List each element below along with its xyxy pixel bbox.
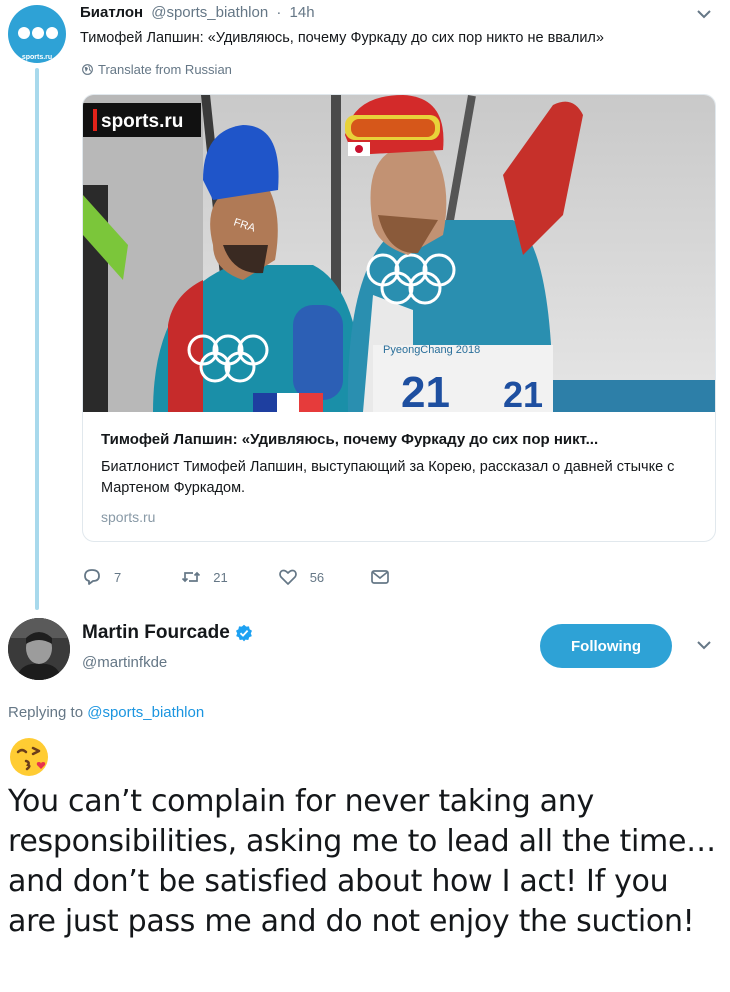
retweet-count: 21 xyxy=(213,569,228,585)
author-name[interactable]: Martin Fourcade xyxy=(82,622,230,644)
reply-tweet-text: You can’t complain for never taking any … xyxy=(8,784,716,939)
bib-number-side: 21 xyxy=(503,374,543,412)
retweet-button[interactable]: 21 xyxy=(181,567,228,587)
bib-text: PyeongChang 2018 xyxy=(383,344,480,356)
following-button[interactable]: Following xyxy=(540,624,672,668)
verified-badge-icon xyxy=(235,624,252,642)
avatar-label: sports.ru xyxy=(21,54,53,61)
reply-count: 7 xyxy=(114,569,122,585)
avatar-dot xyxy=(18,27,30,39)
translate-link[interactable]: Translate from Russian xyxy=(82,62,232,77)
retweet-icon xyxy=(182,571,201,583)
card-description: Биатлонист Тимофей Лапшин, выступающий з… xyxy=(101,459,675,496)
thread-line xyxy=(35,68,39,610)
like-button[interactable]: 56 xyxy=(278,567,324,587)
globe-icon xyxy=(82,64,93,75)
face-blowing-kiss-icon xyxy=(10,738,48,776)
translate-label: Translate from Russian xyxy=(98,62,232,77)
heart-icon xyxy=(278,569,297,585)
chevron-down-icon[interactable] xyxy=(693,6,715,24)
chevron-down-icon[interactable] xyxy=(693,637,715,655)
author-handle[interactable]: @martinfkde xyxy=(82,654,167,671)
tweet-actions: 7 21 56 xyxy=(82,567,442,587)
avatar-sports-biathlon[interactable]: sports.ru xyxy=(8,5,66,63)
card-photo: FRA PyeongChang 2018 21 21 sports.ru xyxy=(83,95,715,412)
replying-prefix: Replying to xyxy=(8,704,84,721)
direct-message-button[interactable] xyxy=(370,567,402,587)
reply-icon xyxy=(84,569,100,585)
bib-number: 21 xyxy=(401,368,450,412)
tweet-header: Биатлон @sports_biathlon · 14h xyxy=(80,4,315,21)
like-count: 56 xyxy=(309,569,325,585)
tweet-timestamp[interactable]: 14h xyxy=(290,4,315,21)
avatar-dot xyxy=(32,27,44,39)
avatar-dot xyxy=(46,27,58,39)
author-name[interactable]: Биатлон xyxy=(80,4,143,21)
card-title: Тимофей Лапшин: «Удивляюсь, почему Фурка… xyxy=(101,431,599,448)
author-name-row: Martin Fourcade xyxy=(82,622,253,644)
header-separator: · xyxy=(276,4,282,21)
author-handle[interactable]: @sports_biathlon xyxy=(151,4,268,21)
reply-button[interactable]: 7 xyxy=(82,567,121,587)
avatar-martin-fourcade[interactable] xyxy=(8,618,70,680)
card-domain: sports.ru xyxy=(101,509,156,525)
tweet-text: Тимофей Лапшин: «Удивляюсь, почему Фурка… xyxy=(80,30,604,46)
replying-handle-link[interactable]: @sports_biathlon xyxy=(87,704,204,721)
card-watermark: sports.ru xyxy=(101,111,183,132)
link-card[interactable]: FRA PyeongChang 2018 21 21 sports.ru Тим… xyxy=(82,94,716,542)
replying-to: Replying to @sports_biathlon xyxy=(8,704,204,721)
envelope-icon xyxy=(371,570,390,584)
